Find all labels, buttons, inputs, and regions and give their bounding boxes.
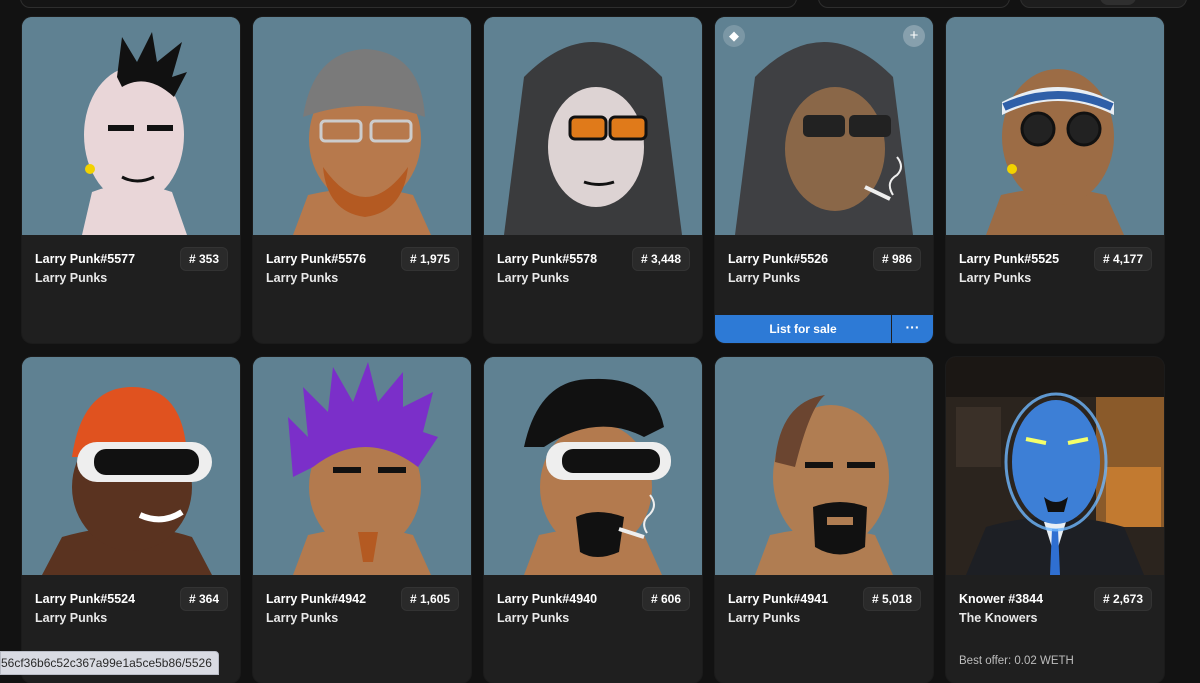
nft-name: Larry Punk#4942: [266, 592, 367, 606]
nft-collection: Larry Punks: [959, 271, 1032, 285]
rarity-rank-badge: # 1,605: [400, 587, 459, 611]
nft-collection: Larry Punks: [728, 611, 801, 625]
view-toggle-active[interactable]: [1100, 0, 1136, 5]
rarity-rank-badge: # 353: [179, 247, 228, 271]
nft-collection: Larry Punks: [35, 611, 108, 625]
punk-bandana-glasses-avatar: [253, 17, 471, 235]
punk-vr-cigarette-avatar: [484, 357, 702, 575]
nft-collection: Larry Punks: [497, 271, 570, 285]
nft-name: Larry Punk#5577: [35, 252, 136, 266]
nft-name: Larry Punk#5524: [35, 592, 136, 606]
rarity-rank-badge: # 2,673: [1093, 587, 1152, 611]
nft-name: Larry Punk#5525: [959, 252, 1060, 266]
sale-action-bar: List for sale ···: [715, 315, 933, 343]
rarity-rank-badge: # 1,975: [400, 247, 459, 271]
nft-card[interactable]: Larry Punk#4940 Larry Punks # 606: [484, 357, 702, 683]
nft-card[interactable]: Knower #3844 The Knowers # 2,673 Best of…: [946, 357, 1164, 683]
nft-card[interactable]: ◆ + Larry Punk#5526 Larry Punks # 986 Li…: [715, 17, 933, 343]
nft-name: Knower #3844: [959, 592, 1044, 606]
rarity-rank-badge: # 5,018: [862, 587, 921, 611]
nft-collection: Larry Punks: [728, 271, 801, 285]
nft-name: Larry Punk#4941: [728, 592, 829, 606]
rarity-rank-badge: # 364: [179, 587, 228, 611]
rarity-rank-badge: # 4,177: [1093, 247, 1152, 271]
top-toolbar: [0, 0, 1200, 8]
nft-name: Larry Punk#4940: [497, 592, 598, 606]
punk-beanie-vr-avatar: [22, 357, 240, 575]
nft-card[interactable]: Larry Punk#4941 Larry Punks # 5,018: [715, 357, 933, 683]
punk-purple-hair-avatar: [253, 357, 471, 575]
nft-name: Larry Punk#5576: [266, 252, 367, 266]
nft-card[interactable]: Larry Punk#5525 Larry Punks # 4,177: [946, 17, 1164, 343]
knower-blue-figure-avatar: [946, 357, 1164, 575]
nft-card[interactable]: Larry Punk#5577 Larry Punks # 353: [22, 17, 240, 343]
list-for-sale-button[interactable]: List for sale: [715, 315, 891, 343]
view-toggle[interactable]: [1020, 0, 1187, 8]
nft-collection: Larry Punks: [266, 271, 339, 285]
nft-collection: The Knowers: [959, 611, 1038, 625]
punk-hoodie-cigarette-avatar: ◆ +: [715, 17, 933, 235]
best-offer-text: Best offer: 0.02 WETH: [959, 655, 1074, 667]
nft-collection: Larry Punks: [497, 611, 570, 625]
plus-icon[interactable]: +: [903, 25, 925, 47]
rarity-rank-badge: # 606: [641, 587, 690, 611]
nft-card[interactable]: Larry Punk#5578 Larry Punks # 3,448: [484, 17, 702, 343]
nft-name: Larry Punk#5578: [497, 252, 598, 266]
punk-mohawk-avatar: [22, 17, 240, 235]
ethereum-icon: ◆: [723, 25, 745, 47]
rarity-rank-badge: # 986: [872, 247, 921, 271]
rarity-rank-badge: # 3,448: [631, 247, 690, 271]
nft-card[interactable]: Larry Punk#4942 Larry Punks # 1,605: [253, 357, 471, 683]
nft-name: Larry Punk#5526: [728, 252, 829, 266]
search-bar[interactable]: [20, 0, 797, 8]
sort-dropdown[interactable]: [818, 0, 1010, 8]
punk-bald-goatee-avatar: [715, 357, 933, 575]
more-options-button[interactable]: ···: [892, 315, 933, 343]
nft-collection: Larry Punks: [35, 271, 108, 285]
nft-card[interactable]: Larry Punk#5524 Larry Punks # 364: [22, 357, 240, 683]
nft-collection: Larry Punks: [266, 611, 339, 625]
link-status-bar: 56cf36b6c52c367a99e1a5ce5b86/5526: [0, 651, 219, 675]
punk-headband-round-glasses-avatar: [946, 17, 1164, 235]
nft-card[interactable]: Larry Punk#5576 Larry Punks # 1,975: [253, 17, 471, 343]
punk-hoodie-orange-shades-avatar: [484, 17, 702, 235]
